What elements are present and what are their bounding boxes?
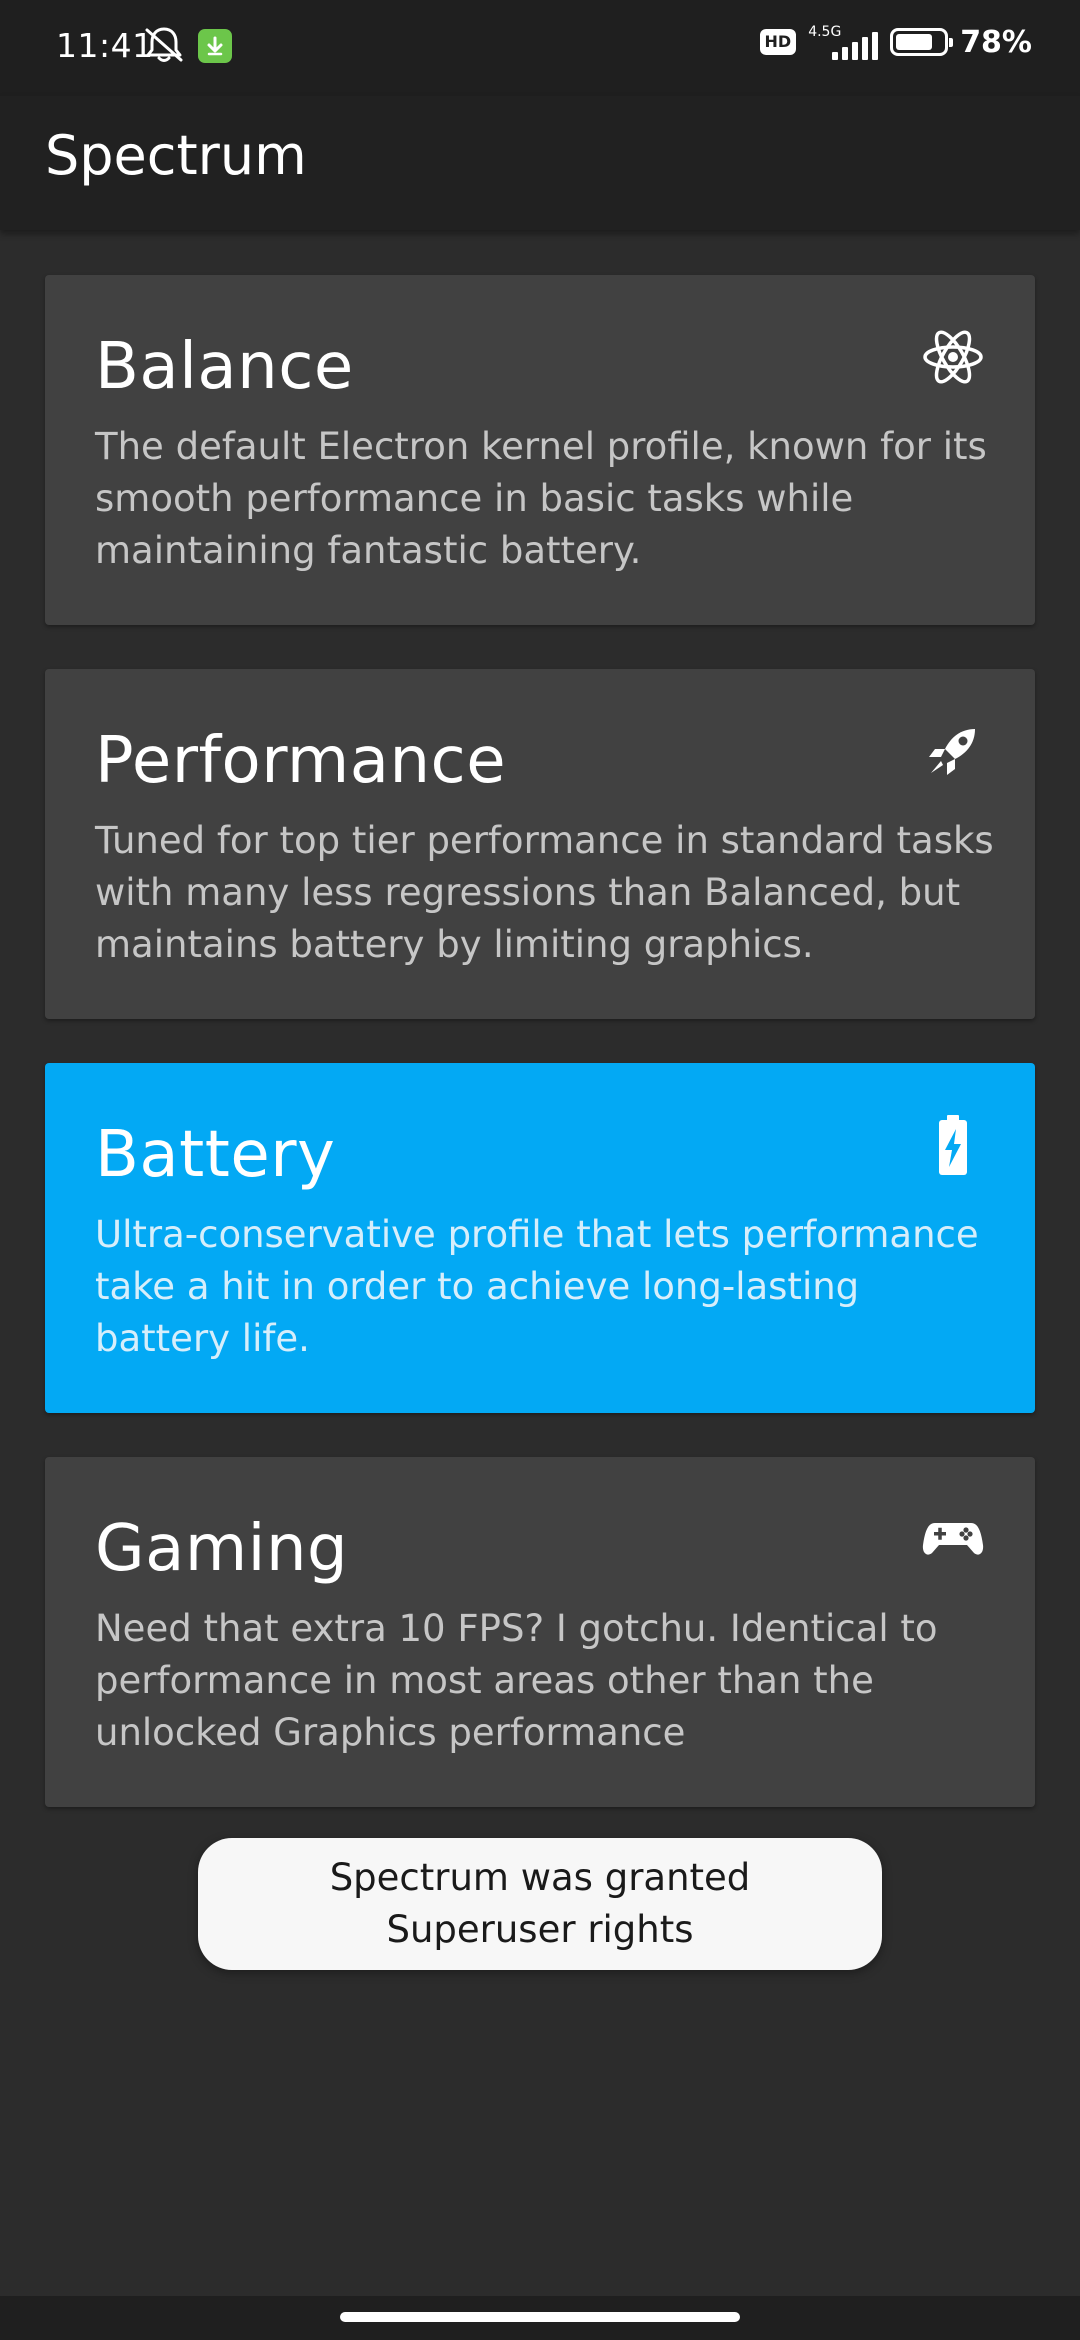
toast-message: Spectrum was granted Superuser rights [330,1852,751,1956]
screen: 11:41 HD 4.5G 78% Spectrum Balance The d… [0,0,1080,2340]
status-bar: 11:41 HD 4.5G 78% [0,0,1080,96]
toast-line-2: Superuser rights [386,1908,694,1951]
profile-title: Gaming [95,1512,349,1586]
signal-icon: 4.5G [808,22,879,62]
navigation-bar [0,2296,1080,2340]
battery-charging-icon [921,1113,985,1177]
download-icon [198,29,232,63]
profile-description: Tuned for top tier performance in standa… [95,819,994,966]
mute-bell-icon [142,24,186,68]
toast-line-1: Spectrum was granted [329,1856,751,1899]
home-gesture-handle[interactable] [340,2312,740,2322]
status-time: 11:41 [56,26,154,65]
atom-icon [921,325,985,389]
profile-card-balance[interactable]: Balance The default Electron kernel prof… [45,275,1035,625]
superuser-toast: Spectrum was granted Superuser rights [198,1838,882,1970]
profile-card-battery[interactable]: Battery Ultra-conservative profile that … [45,1063,1035,1413]
profile-title: Battery [95,1118,336,1192]
profile-description: Need that extra 10 FPS? I gotchu. Identi… [95,1607,938,1754]
profile-description: Ultra-conservative profile that lets per… [95,1213,979,1360]
app-bar: Spectrum [0,96,1080,230]
signal-bars [832,32,879,60]
app-title: Spectrum [45,124,307,187]
battery-fill [896,34,933,50]
hd-badge: HD [759,29,797,55]
profile-title: Balance [95,330,354,404]
battery-percent: 78% [960,24,1032,60]
profile-title: Performance [95,724,507,798]
profile-description: The default Electron kernel profile, kno… [95,425,987,572]
profile-card-gaming[interactable]: Gaming Need that extra 10 FPS? I gotchu.… [45,1457,1035,1807]
status-left-icons [142,24,232,68]
gamepad-icon [921,1507,985,1571]
battery-icon [890,28,954,56]
status-right-icons: HD 4.5G 78% [759,22,1032,62]
profile-card-performance[interactable]: Performance Tuned for top tier performan… [45,669,1035,1019]
rocket-icon [921,719,985,783]
